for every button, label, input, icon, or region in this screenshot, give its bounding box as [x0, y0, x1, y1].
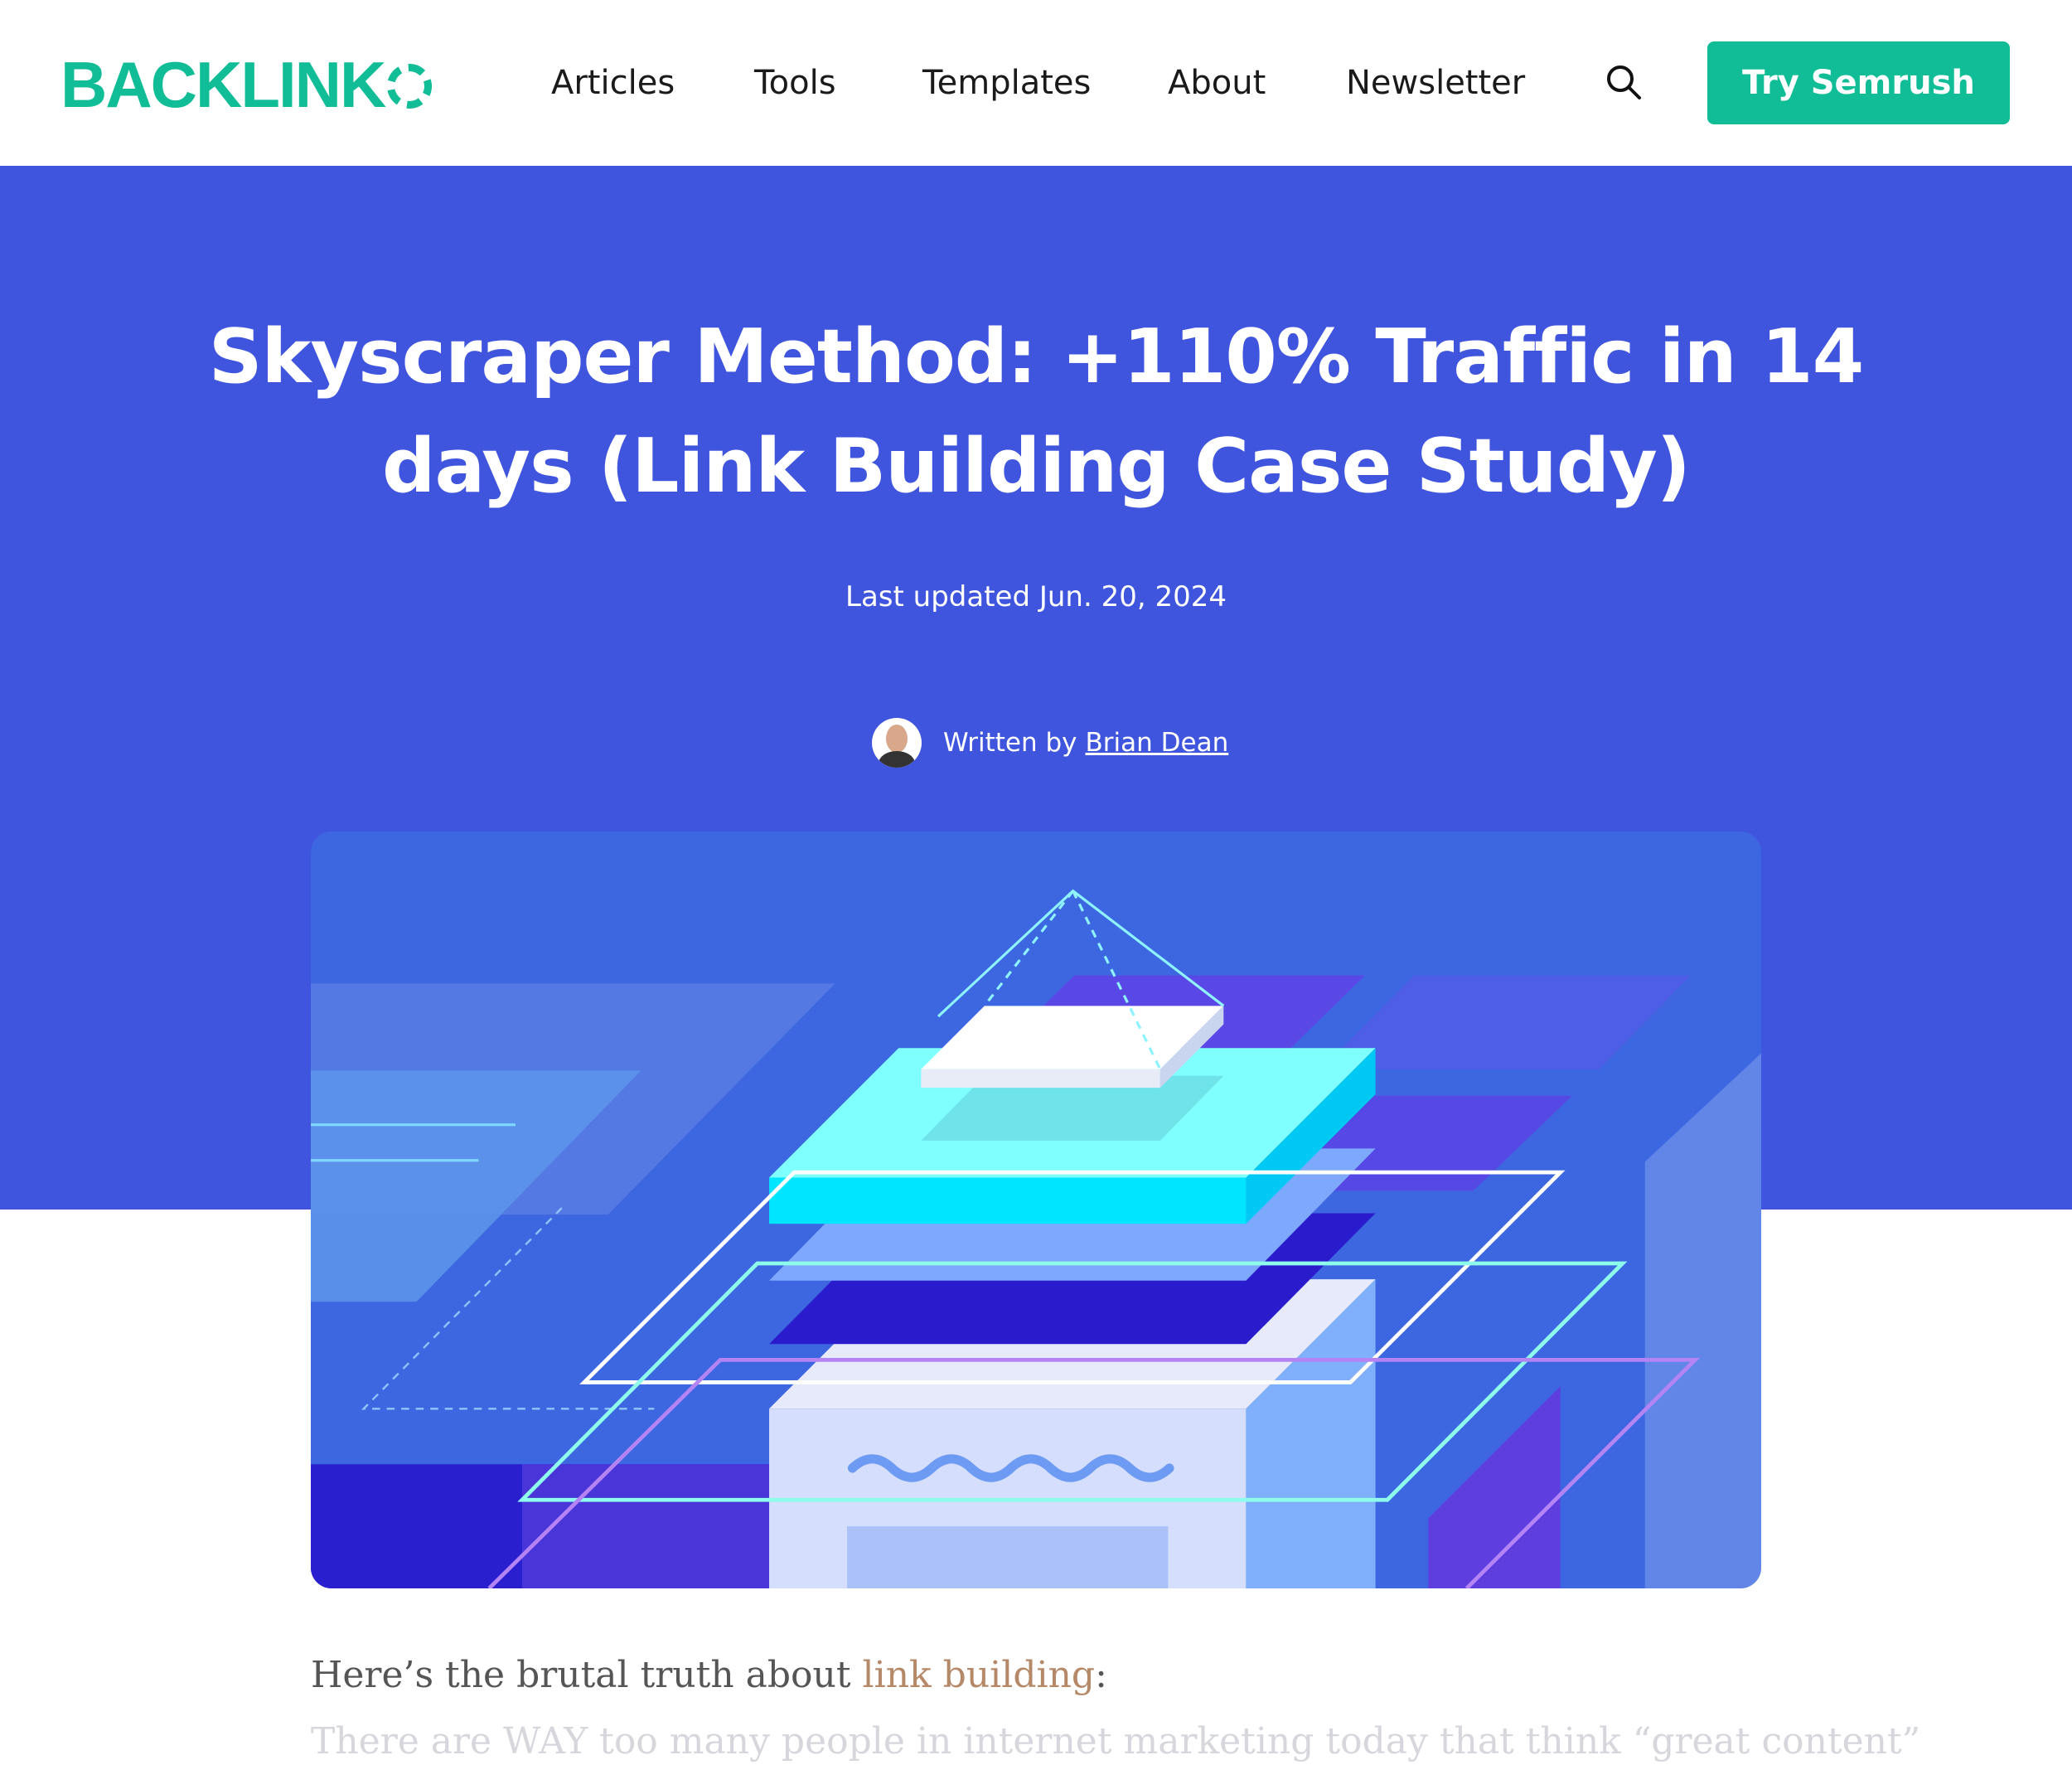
- nav-tools[interactable]: Tools: [754, 61, 836, 104]
- try-semrush-button[interactable]: Try Semrush: [1707, 41, 2010, 124]
- last-updated: Last updated Jun. 20, 2024: [845, 580, 1227, 613]
- backlinko-logo[interactable]: BACKLINK: [61, 51, 433, 118]
- nav-newsletter[interactable]: Newsletter: [1346, 61, 1525, 104]
- search-icon[interactable]: [1605, 63, 1643, 101]
- logo-o-icon: [387, 64, 433, 109]
- nav-templates[interactable]: Templates: [922, 61, 1091, 104]
- intro-paragraph: Here’s the brutal truth about link build…: [311, 1654, 1107, 1696]
- body-paragraph: There are WAY too many people in interne…: [311, 1720, 1921, 1762]
- nav-about[interactable]: About: [1168, 61, 1266, 104]
- link-building-link[interactable]: link building: [863, 1654, 1096, 1696]
- site-header: BACKLINK Articles Tools Templates About …: [0, 0, 2072, 166]
- avatar: [872, 718, 922, 768]
- hero-illustration: [311, 831, 1761, 1588]
- nav-articles[interactable]: Articles: [551, 61, 675, 104]
- author-link[interactable]: Brian Dean: [1086, 728, 1229, 758]
- author-byline: Written by Brian Dean: [872, 717, 1228, 768]
- page-title: Skyscraper Method: +110% Traffic in 14 d…: [208, 313, 1865, 510]
- written-by-label: Written by: [943, 728, 1077, 758]
